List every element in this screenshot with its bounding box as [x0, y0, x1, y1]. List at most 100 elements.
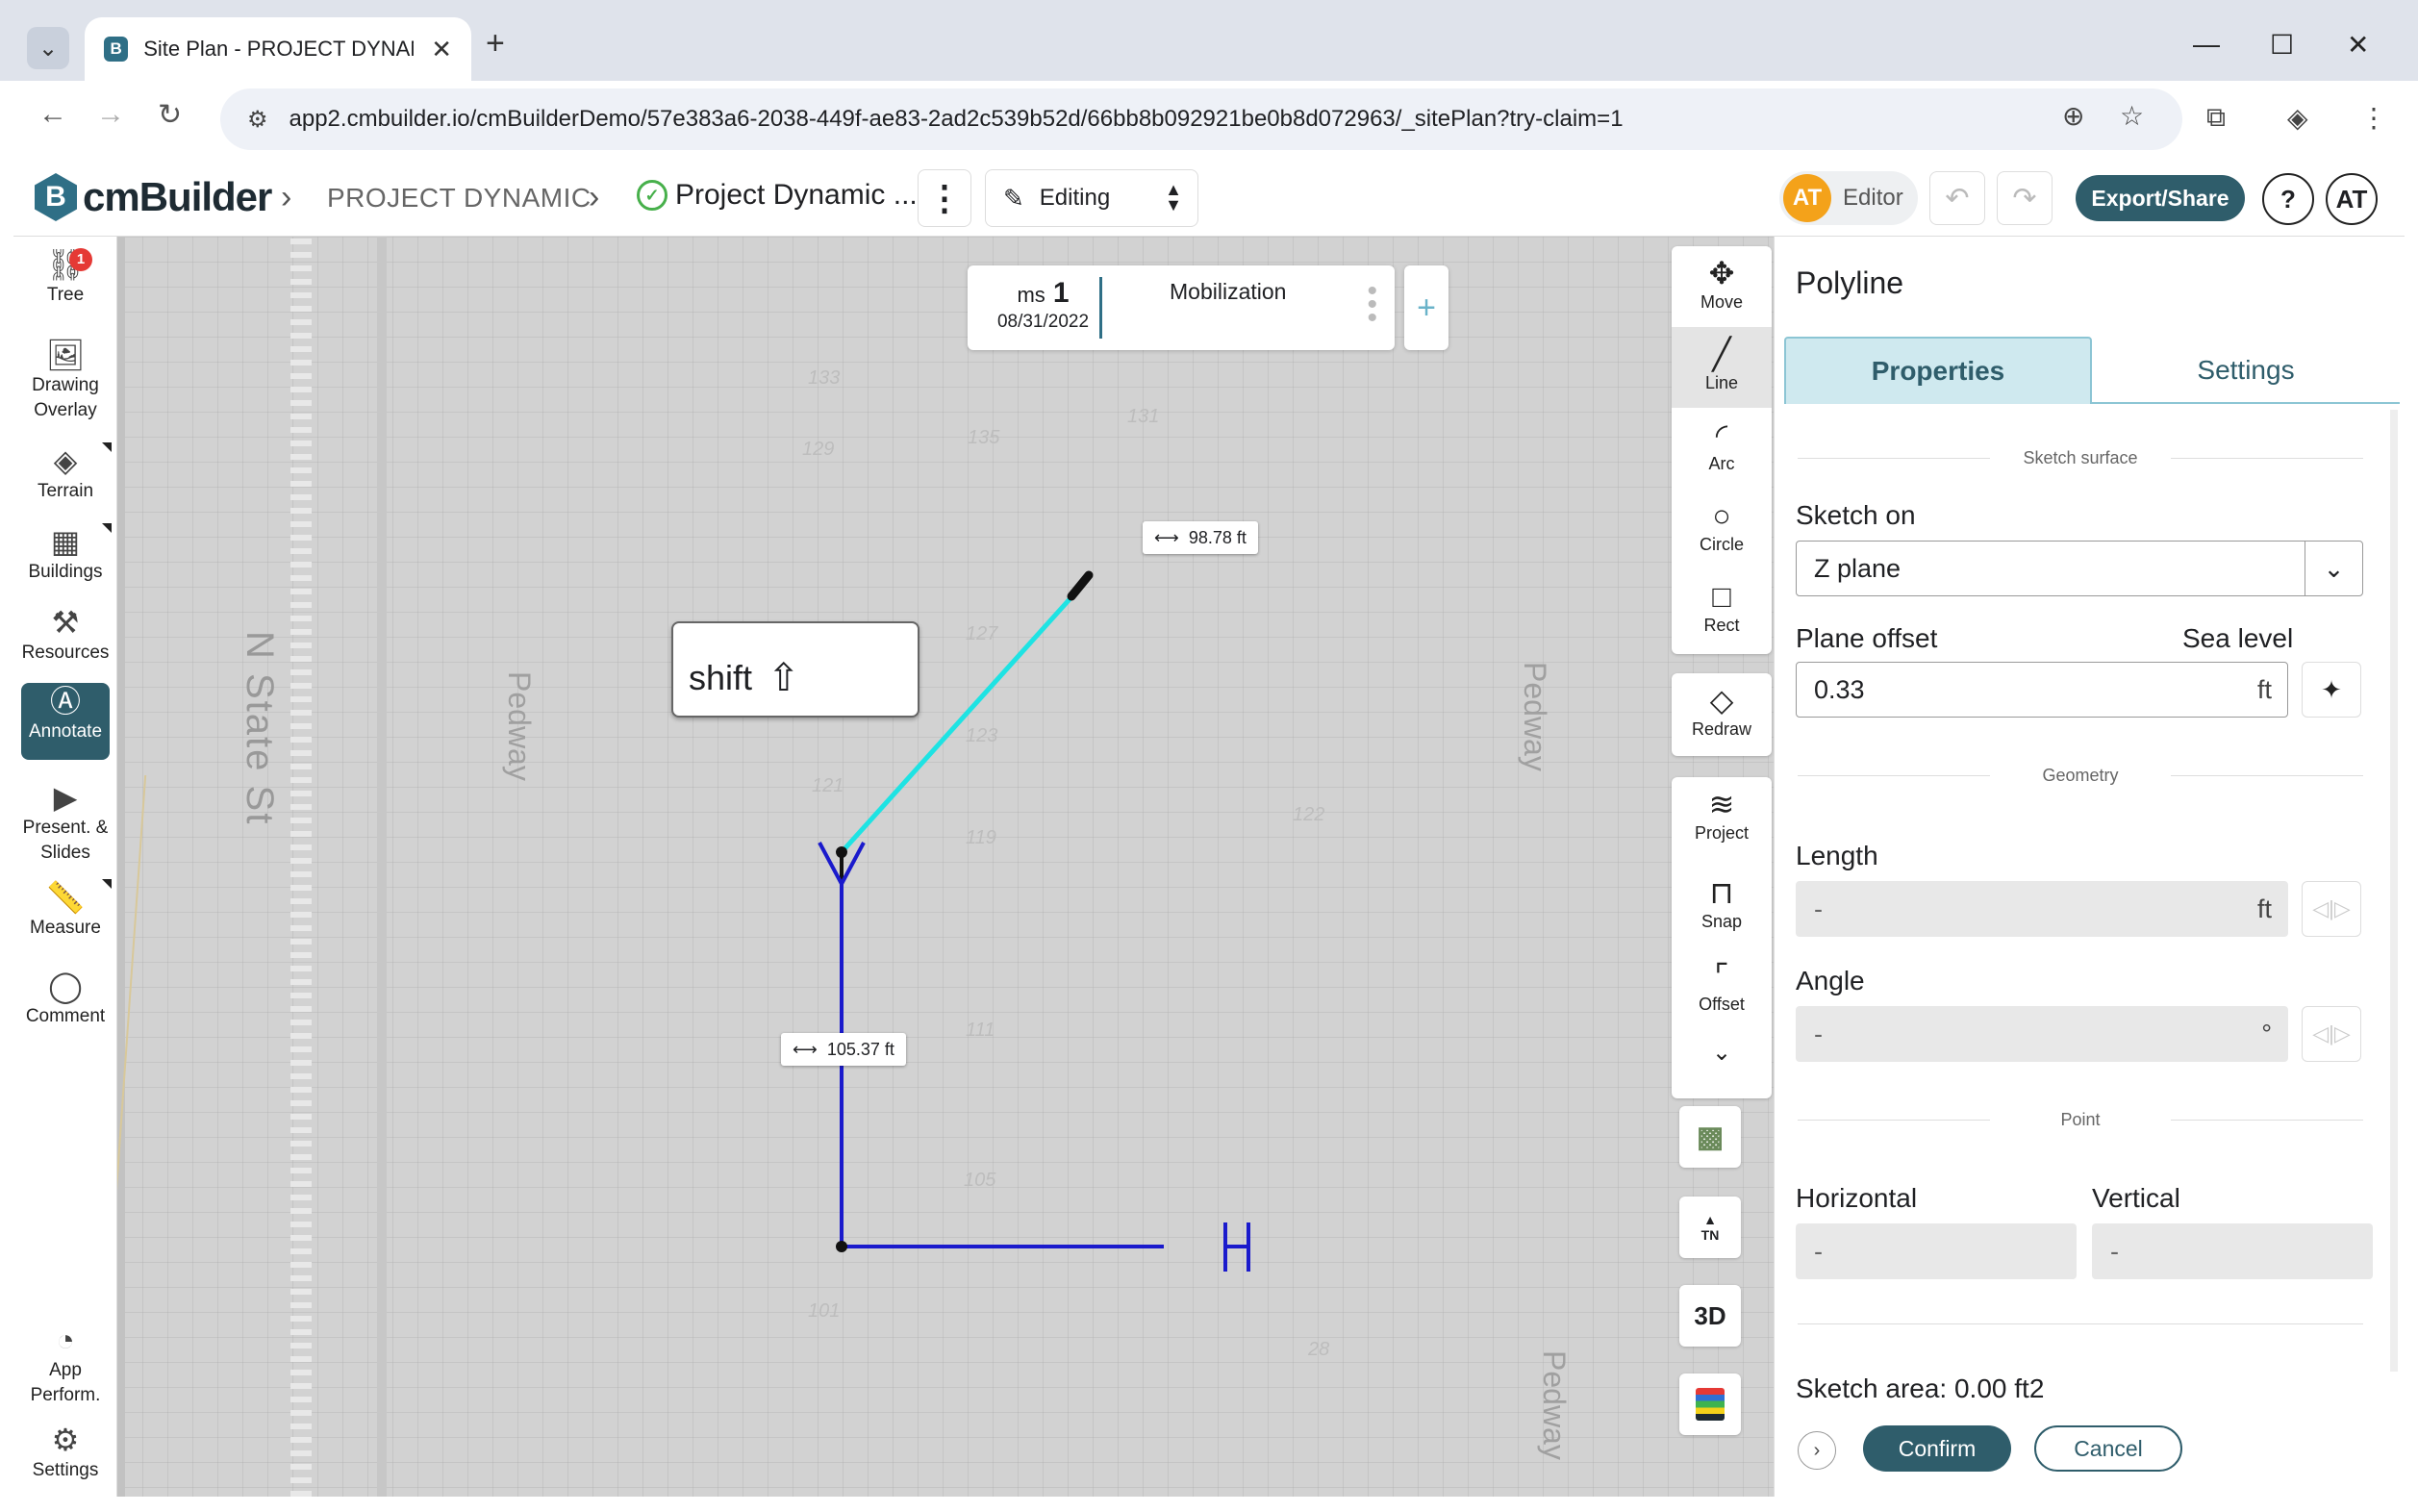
check-circle-icon: ✓ [637, 180, 667, 211]
sidebar-item-app-performance[interactable]: ◔ App Perform. [13, 1322, 117, 1408]
reload-icon[interactable]: ↻ [158, 98, 182, 132]
mode-select[interactable]: ✎ Editing ▲ ▼ [985, 169, 1198, 227]
drawing-layer[interactable] [117, 237, 1774, 1497]
confirm-button[interactable]: Confirm [1863, 1425, 2011, 1472]
length-input: - ft [1796, 881, 2288, 937]
sidebar-item-drawing-overlay[interactable]: 🖼 Drawing Overlay [13, 337, 117, 423]
true-north-button[interactable]: ▲ TN [1679, 1197, 1741, 1258]
url-text: app2.cmbuilder.io/cmBuilderDemo/57e383a6… [289, 106, 1624, 132]
forward-icon[interactable]: → [96, 98, 125, 131]
vertical-label: Vertical [2092, 1183, 2180, 1213]
close-tab-icon[interactable]: ✕ [431, 35, 452, 64]
redraw-group: ◇ Redraw [1672, 673, 1772, 756]
image-icon: 🖼 [45, 338, 86, 372]
plan-menu-button[interactable]: ⋮ [918, 169, 971, 227]
left-sidebar: ⛓ 1 Tree 🖼 Drawing Overlay ◈ Terrain ▦ B… [13, 237, 117, 1497]
tool-line[interactable]: ╱ Line [1672, 327, 1772, 408]
angle-value: - [1814, 1019, 1823, 1048]
bookmark-star-icon[interactable]: ☆ [2120, 100, 2144, 132]
sidebar-item-measure[interactable]: 📏 Measure [13, 879, 117, 941]
site-info-icon[interactable]: ⚙ [247, 106, 268, 134]
layers-button[interactable] [1679, 1373, 1741, 1435]
view-3d-button[interactable]: 3D [1679, 1285, 1741, 1347]
tool-move[interactable]: ✥ Move [1672, 246, 1772, 327]
mode-label: Editing [1039, 185, 1111, 211]
sidebar-item-resources[interactable]: ⚒ Resources [13, 604, 117, 666]
key-hint-popup: shift ⇧ [671, 621, 919, 718]
sidebar-item-label: Resources [21, 643, 110, 663]
breadcrumb-plan[interactable]: ✓ Project Dynamic ... [637, 179, 918, 212]
length-lock-button[interactable]: ◁|▷ [2302, 881, 2361, 937]
extensions-icon[interactable]: ⧉ [2206, 102, 2226, 134]
tool-snap[interactable]: ⊓ Snap [1672, 866, 1772, 948]
sketch-on-select[interactable]: Z plane ⌄ [1796, 541, 2363, 596]
tool-rect[interactable]: □ Rect [1672, 569, 1772, 650]
sidebar-item-buildings[interactable]: ▦ Buildings [13, 523, 117, 585]
app-logo[interactable]: B cmBuilder [35, 173, 272, 221]
sidebar-item-presentation[interactable]: ▶ Present. & Slides [13, 779, 117, 866]
pick-point-button[interactable]: ✦ [2302, 662, 2361, 718]
back-icon[interactable]: ← [38, 98, 67, 131]
tool-label: Rect [1703, 616, 1740, 635]
sidebar-item-comment[interactable]: ◯ Comment [13, 968, 117, 1029]
tool-arc[interactable]: ◜ Arc [1672, 408, 1772, 489]
horizontal-label: Horizontal [1796, 1183, 1918, 1213]
minimize-icon[interactable]: — [2193, 29, 2220, 60]
section-geometry: Geometry [1798, 766, 2363, 785]
user-avatar-button[interactable]: AT [2326, 173, 2378, 225]
browser-tab[interactable]: B Site Plan - PROJECT DYNAMIC | ✕ [85, 17, 471, 81]
browser-menu-icon[interactable]: ⋮ [2360, 102, 2387, 134]
sidebar-item-annotate[interactable]: Ⓐ Annotate [21, 683, 110, 760]
sidebar-item-tree[interactable]: ⛓ 1 Tree [13, 246, 117, 308]
vertex-point[interactable] [836, 1241, 847, 1252]
tab-search-button[interactable]: ⌄ [27, 27, 69, 69]
maximize-icon[interactable]: ☐ [2270, 29, 2294, 61]
profile-extension-icon[interactable]: ◈ [2287, 102, 2308, 134]
submenu-indicator [102, 523, 112, 533]
sidebar-item-label: Buildings [28, 562, 103, 582]
redo-button[interactable]: ↷ [1997, 171, 2053, 225]
editor-role-chip[interactable]: AT Editor [1779, 171, 1918, 225]
pencil-icon: ✎ [1003, 183, 1024, 213]
angle-label: Angle [1796, 966, 1865, 995]
window-close-icon[interactable]: ✕ [2347, 29, 2369, 61]
angle-lock-button[interactable]: ◁|▷ [2302, 1006, 2361, 1062]
satellite-view-button[interactable]: ▩ [1679, 1106, 1741, 1168]
tab-properties[interactable]: Properties [1784, 337, 2092, 404]
tool-label: Arc [1708, 454, 1735, 473]
more-tools-button[interactable]: ⌄ [1672, 1031, 1772, 1079]
tool-offset[interactable]: ⌜ Offset [1672, 948, 1772, 1031]
cancel-button[interactable]: Cancel [2034, 1425, 2182, 1472]
tool-project[interactable]: ≋ Project [1672, 777, 1772, 866]
sidebar-item-label: Annotate [28, 721, 103, 742]
undo-button[interactable]: ↶ [1929, 171, 1985, 225]
expand-panel-button[interactable]: › [1798, 1431, 1836, 1470]
address-bar[interactable]: ⚙ app2.cmbuilder.io/cmBuilderDemo/57e383… [220, 88, 2182, 150]
flip-icon: ◁|▷ [2312, 1021, 2351, 1046]
submenu-indicator [102, 879, 112, 889]
submenu-indicator [102, 442, 112, 452]
length-value: - [1814, 894, 1823, 923]
vertex-point[interactable] [836, 846, 847, 858]
line-icon: ╱ [1712, 337, 1731, 371]
tool-label: Redraw [1691, 719, 1752, 739]
export-share-button[interactable]: Export/Share [2076, 175, 2245, 221]
new-tab-button[interactable]: + [486, 25, 505, 63]
zoom-icon[interactable]: ⊕ [2062, 100, 2084, 132]
sidebar-item-settings[interactable]: ⚙ Settings [13, 1422, 117, 1483]
tool-redraw[interactable]: ◇ Redraw [1672, 673, 1772, 756]
sidebar-item-terrain[interactable]: ◈ Terrain [13, 442, 117, 504]
breadcrumb-project[interactable]: PROJECT DYNAMIC [327, 183, 592, 214]
tool-circle[interactable]: ○ Circle [1672, 489, 1772, 569]
horizontal-input: - [1796, 1223, 2077, 1279]
chevron-right-icon: › [589, 179, 600, 215]
plane-offset-input[interactable]: 0.33 ft [1796, 662, 2288, 718]
favicon-icon: B [104, 37, 129, 62]
tab-settings[interactable]: Settings [2092, 337, 2400, 404]
help-button[interactable]: ? [2262, 173, 2314, 225]
site-plan-canvas[interactable]: N State St Pedway Pedway Pedway 133 129 … [117, 237, 1774, 1497]
dimension-label-segment: ⟷ 105.37 ft [781, 1033, 906, 1066]
editor-role-label: Editor [1843, 185, 1903, 211]
section-sketch-surface: Sketch surface [1798, 448, 2363, 467]
panel-scrollbar[interactable] [2390, 410, 2398, 1372]
